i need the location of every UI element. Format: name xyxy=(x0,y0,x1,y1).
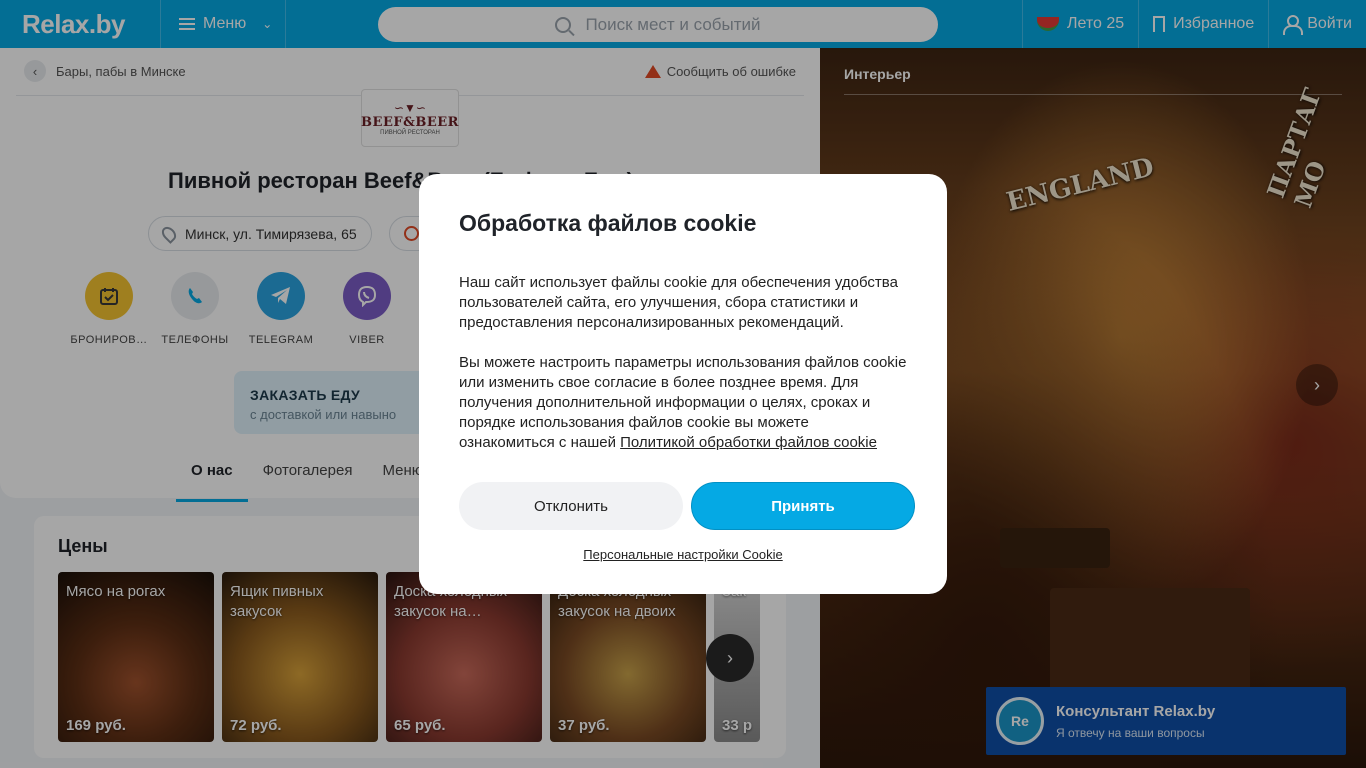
cookie-dialog: Обработка файлов cookie Наш сайт использ… xyxy=(419,174,947,594)
cookie-paragraph-2: Вы можете настроить параметры использова… xyxy=(459,354,907,451)
cookie-dialog-text: Наш сайт использует файлы cookie для обе… xyxy=(459,273,907,453)
cookie-policy-link[interactable]: Политикой обработки файлов cookie xyxy=(620,434,877,451)
cookie-paragraph-1: Наш сайт использует файлы cookie для обе… xyxy=(459,274,898,331)
cookie-dialog-title: Обработка файлов cookie xyxy=(459,210,757,236)
cookie-settings-link[interactable]: Персональные настройки Cookie xyxy=(419,547,947,562)
accept-button[interactable]: Принять xyxy=(691,482,915,530)
decline-button[interactable]: Отклонить xyxy=(459,482,683,530)
